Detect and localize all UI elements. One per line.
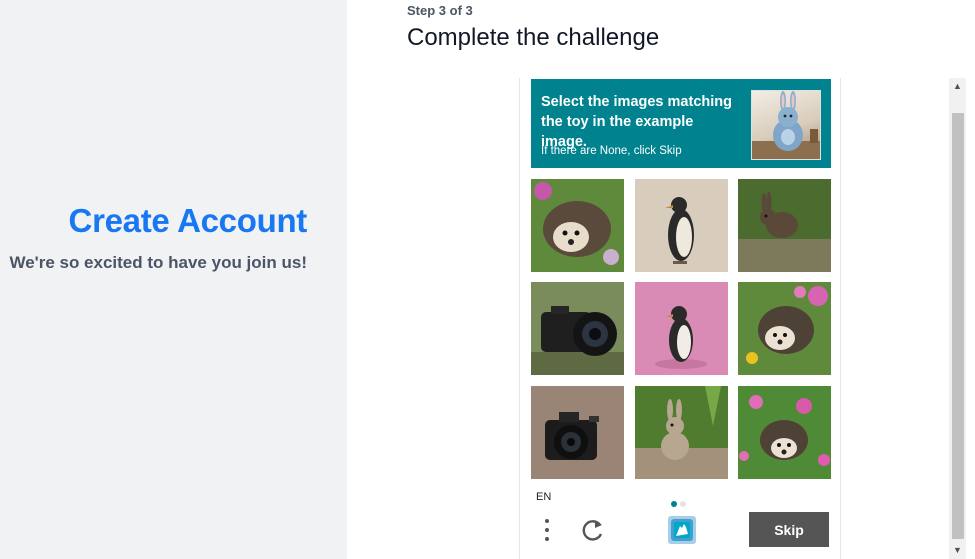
page-dot	[680, 501, 686, 507]
captcha-hint: If there are None, click Skip	[541, 145, 682, 157]
page-title: Complete the challenge	[407, 24, 660, 51]
step-indicator: Step 3 of 3	[407, 3, 473, 18]
skip-button[interactable]: Skip	[749, 512, 829, 547]
scroll-thumb[interactable]	[952, 113, 964, 539]
scroll-down-arrow-icon[interactable]: ▼	[949, 542, 966, 559]
page-dot-active	[671, 501, 677, 507]
captcha-tile-rabbit[interactable]	[738, 179, 831, 272]
captcha-prompt: Select the images matching the toy in th…	[531, 79, 831, 168]
scroll-up-arrow-icon[interactable]: ▲	[949, 78, 966, 95]
more-vertical-icon[interactable]	[538, 516, 556, 544]
example-image	[751, 90, 821, 160]
hcaptcha-logo-icon	[664, 514, 700, 546]
captcha-tile-hedgehog[interactable]	[531, 179, 624, 272]
create-account-subtitle: We're so excited to have you join us!	[9, 253, 307, 272]
left-panel: Create Account We're so excited to have …	[0, 0, 347, 559]
captcha-tile-penguin[interactable]	[635, 179, 728, 272]
captcha-widget: Select the images matching the toy in th…	[519, 78, 841, 559]
captcha-prompt-text: Select the images matching the toy in th…	[541, 94, 732, 150]
captcha-tile-rabbit[interactable]	[635, 386, 728, 479]
create-account-title: Create Account	[68, 202, 308, 239]
captcha-tile-hedgehog[interactable]	[738, 282, 831, 375]
scrollbar[interactable]: ▲ ▼	[949, 78, 966, 559]
page-indicator	[671, 494, 689, 512]
captcha-tile-camera[interactable]	[531, 386, 624, 479]
captcha-tile-hedgehog[interactable]	[738, 386, 831, 479]
refresh-icon[interactable]	[580, 516, 606, 544]
language-selector[interactable]: EN	[536, 491, 551, 503]
captcha-tile-camera[interactable]	[531, 282, 624, 375]
captcha-tile-penguin[interactable]	[635, 282, 728, 375]
